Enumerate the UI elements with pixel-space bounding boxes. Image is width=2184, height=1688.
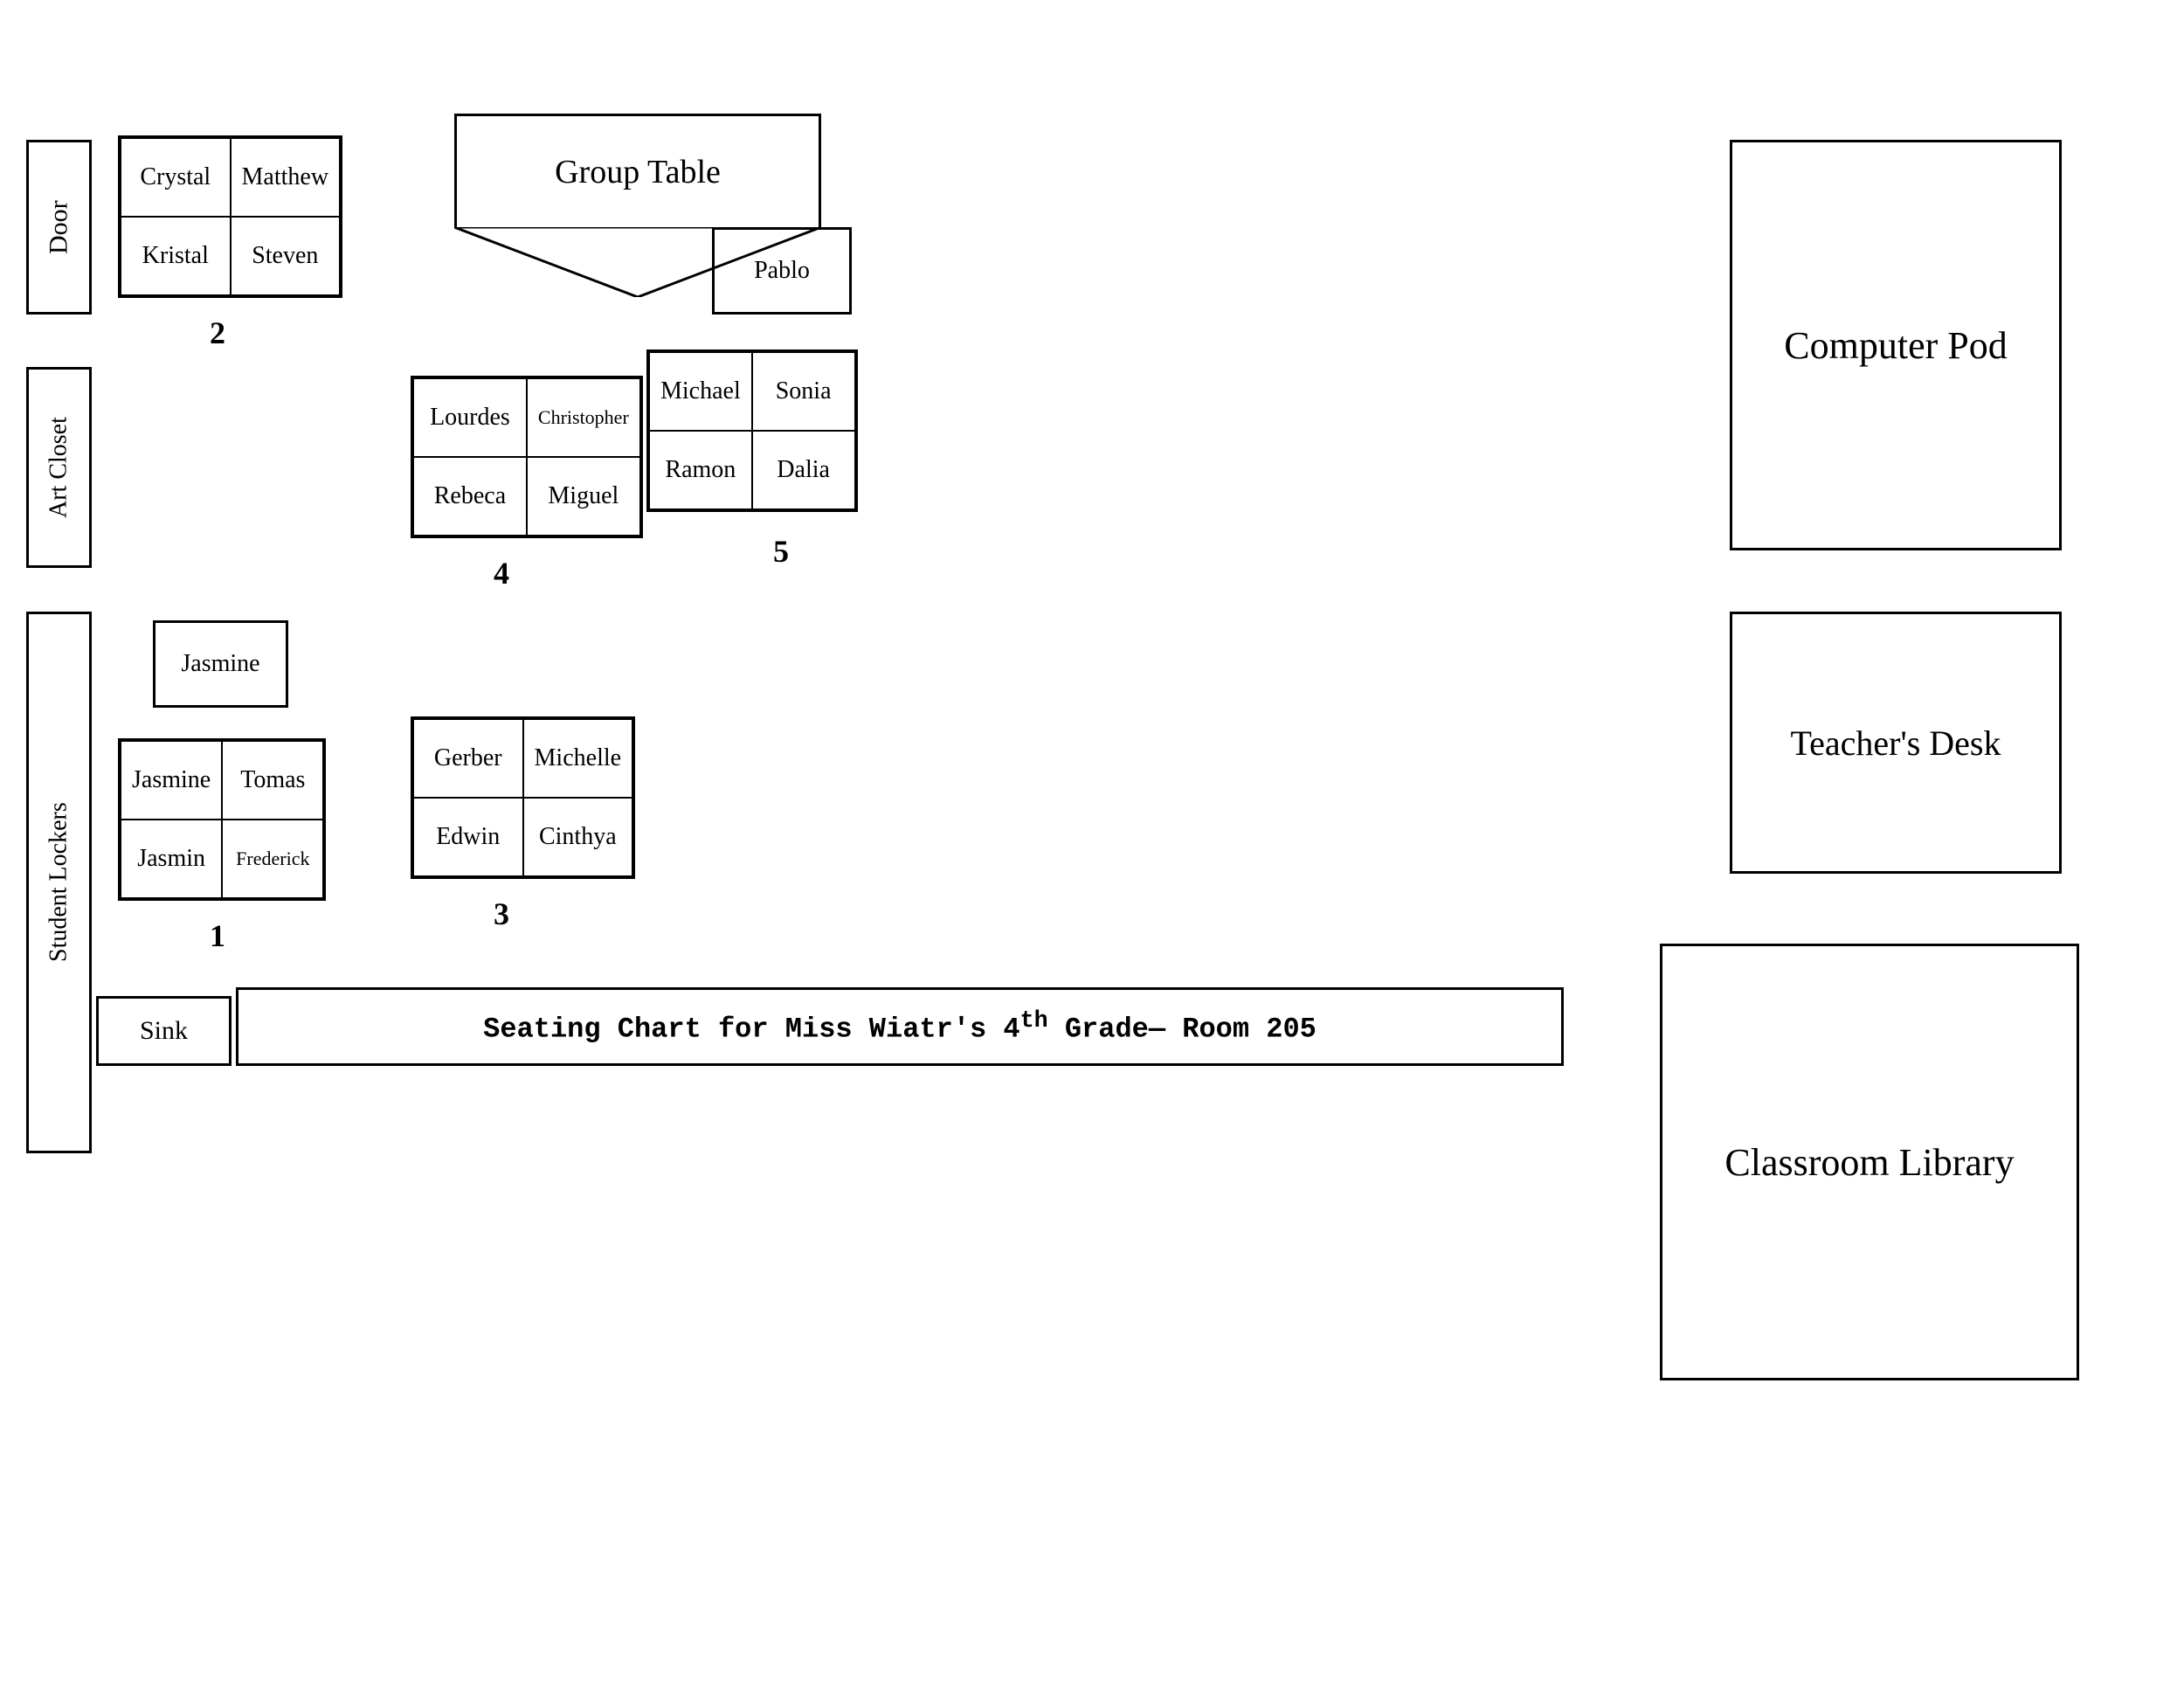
group-2-number: 2 — [210, 315, 225, 351]
title-text: Seating Chart for Miss Wiatr's 4th Grade… — [483, 1008, 1317, 1046]
group-5-grid: Michael Sonia Ramon Dalia — [646, 349, 858, 512]
student-edwin: Edwin — [413, 798, 523, 876]
computer-pod-label: Computer Pod — [1730, 140, 2062, 550]
student-tomas: Tomas — [222, 741, 323, 820]
group-4-number: 4 — [494, 555, 509, 591]
group-4: Lourdes Christopher Rebeca Miguel 4 — [411, 376, 643, 538]
group-2: Crystal Matthew Kristal Steven 2 — [118, 135, 342, 298]
group-3: Gerber Michelle Edwin Cinthya 3 — [411, 716, 635, 879]
student-kristal: Kristal — [121, 217, 231, 295]
group-1-grid: Jasmine Tomas Jasmin Frederick — [118, 738, 326, 901]
sink-label: Sink — [96, 996, 232, 1066]
student-jasmine: Jasmine — [121, 741, 222, 820]
seating-chart-title: Seating Chart for Miss Wiatr's 4th Grade… — [236, 987, 1564, 1066]
group-5: Michael Sonia Ramon Dalia 5 — [646, 349, 858, 512]
student-dalia: Dalia — [752, 431, 855, 509]
student-cinthya: Cinthya — [523, 798, 633, 876]
student-rebeca: Rebeca — [413, 457, 527, 536]
group-3-grid: Gerber Michelle Edwin Cinthya — [411, 716, 635, 879]
room-layout: Door Art Closet Student Lockers Group Ta… — [0, 0, 2184, 1688]
student-matthew: Matthew — [231, 138, 341, 217]
student-christopher: Christopher — [527, 378, 640, 457]
group-table-label: Group Table — [454, 114, 821, 227]
door-label: Door — [26, 140, 92, 315]
art-closet-label: Art Closet — [26, 367, 92, 568]
student-lourdes: Lourdes — [413, 378, 527, 457]
student-lockers-label: Student Lockers — [26, 612, 92, 1153]
teachers-desk-label: Teacher's Desk — [1730, 612, 2062, 874]
group-3-number: 3 — [494, 896, 509, 932]
student-frederick: Frederick — [222, 820, 323, 898]
student-michelle: Michelle — [523, 719, 633, 798]
student-gerber: Gerber — [413, 719, 523, 798]
group-5-number: 5 — [773, 533, 789, 570]
student-sonia: Sonia — [752, 352, 855, 431]
group-1-number: 1 — [210, 917, 225, 954]
student-jasmine-top: Jasmine — [153, 620, 288, 708]
group-4-grid: Lourdes Christopher Rebeca Miguel — [411, 376, 643, 538]
student-steven: Steven — [231, 217, 341, 295]
student-miguel: Miguel — [527, 457, 640, 536]
student-pablo: Pablo — [712, 227, 852, 315]
student-crystal: Crystal — [121, 138, 231, 217]
group-1: Jasmine Tomas Jasmin Frederick 1 — [118, 738, 326, 901]
student-jasmin: Jasmin — [121, 820, 222, 898]
classroom-library-label: Classroom Library — [1660, 944, 2079, 1380]
student-ramon: Ramon — [649, 431, 752, 509]
group-2-grid: Crystal Matthew Kristal Steven — [118, 135, 342, 298]
student-michael: Michael — [649, 352, 752, 431]
